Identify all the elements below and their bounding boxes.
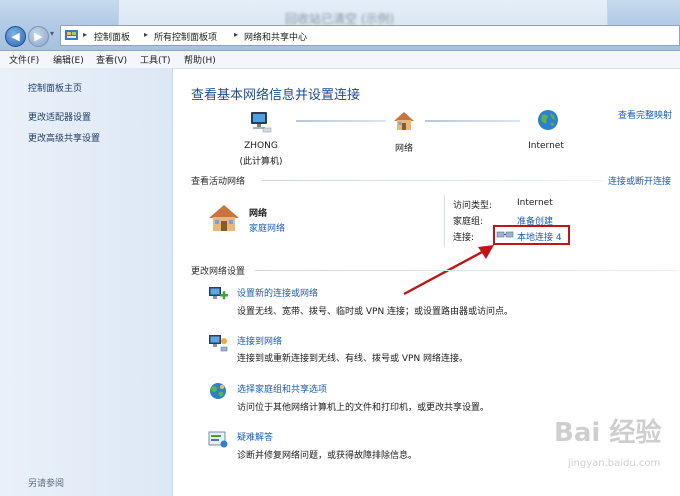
map-connector-line: [296, 120, 386, 122]
connect-to-network-link[interactable]: 连接到网络: [237, 334, 282, 347]
watermark-url: jingyan.baidu.com: [568, 458, 661, 469]
address-bar[interactable]: ▸ 控制面板 ▸ 所有控制面板项 ▸ 网络和共享中心: [60, 25, 680, 46]
troubleshoot-desc: 诊断并修复网络问题，或获得故障排除信息。: [237, 451, 418, 461]
access-type-value: Internet: [517, 198, 553, 208]
control-panel-icon: [65, 30, 78, 40]
troubleshoot-icon: [208, 431, 228, 448]
map-connector-line: [425, 120, 520, 122]
sidebar: 控制面板主页 更改适配器设置 更改高级共享设置: [0, 68, 173, 496]
homegroup-label: 家庭组:: [453, 217, 484, 227]
menu-edit[interactable]: 编辑(E): [53, 53, 84, 66]
breadcrumb-separator[interactable]: ▸: [83, 30, 87, 39]
breadcrumb-separator[interactable]: ▸: [144, 30, 148, 39]
computer-name: ZHONG: [244, 141, 278, 151]
forward-button[interactable]: ▶: [28, 26, 49, 47]
menu-bar: 文件(F) 编辑(E) 查看(V) 工具(T) 帮助(H): [0, 51, 680, 69]
new-connection-icon: [209, 287, 228, 300]
baidu-watermark: Bai 经验 jingyan.baidu.com: [540, 400, 680, 496]
annotation-highlight-box: [493, 225, 570, 245]
setup-new-connection-link[interactable]: 设置新的连接或网络: [237, 286, 318, 299]
computer-sub-label: (此计算机): [239, 157, 283, 167]
breadcrumb-all-items[interactable]: 所有控制面板项: [154, 30, 217, 43]
menu-view[interactable]: 查看(V): [96, 53, 127, 66]
sidebar-item-sharing-settings[interactable]: 更改高级共享设置: [28, 131, 100, 144]
connect-network-icon: [209, 335, 228, 352]
section-divider: [255, 270, 679, 271]
sidebar-item-adapter-settings[interactable]: 更改适配器设置: [28, 110, 91, 123]
forward-arrow-icon: ▶: [34, 30, 43, 43]
back-button[interactable]: ◀: [5, 26, 26, 47]
breadcrumb-control-panel[interactable]: 控制面板: [94, 30, 130, 43]
section-divider: [262, 180, 604, 181]
active-networks-heading: 查看活动网络: [191, 177, 246, 187]
homegroup-icon: [210, 383, 226, 399]
sidebar-item-home[interactable]: 控制面板主页: [28, 81, 82, 94]
setup-new-connection-desc: 设置无线、宽带、拨号、临时或 VPN 连接；或设置路由器或访问点。: [237, 307, 514, 317]
annotation-arrow: [403, 245, 494, 296]
active-network-name: 网络: [249, 209, 268, 219]
troubleshoot-link[interactable]: 疑难解答: [237, 430, 273, 443]
page-title: 查看基本网络信息并设置连接: [191, 88, 361, 103]
network-type-link[interactable]: 家庭网络: [249, 221, 285, 234]
connect-disconnect-link[interactable]: 连接或断开连接: [608, 174, 671, 187]
see-also-heading: 另请参阅: [28, 479, 65, 489]
access-type-label: 访问类型:: [453, 201, 493, 211]
view-full-map-link[interactable]: 查看完整映射: [618, 108, 672, 121]
back-arrow-icon: ◀: [11, 30, 20, 43]
change-settings-heading: 更改网络设置: [191, 267, 246, 277]
home-network-icon: [209, 205, 239, 231]
watermark-brand: Bai 经验: [554, 418, 662, 448]
breadcrumb-network-center[interactable]: 网络和共享中心: [244, 30, 307, 43]
homegroup-sharing-link[interactable]: 选择家庭组和共享选项: [237, 382, 327, 395]
homegroup-sharing-desc: 访问位于其他网络计算机上的文件和打印机，或更改共享设置。: [237, 403, 490, 413]
internet-label: Internet: [528, 141, 564, 151]
network-house-icon: [394, 112, 414, 130]
menu-help[interactable]: 帮助(H): [184, 53, 216, 66]
breadcrumb-separator[interactable]: ▸: [234, 30, 238, 39]
computer-icon: [251, 112, 272, 133]
menu-file[interactable]: 文件(F): [9, 53, 39, 66]
connect-to-network-desc: 连接到或重新连接到无线、有线、拨号或 VPN 网络连接。: [237, 354, 469, 364]
recent-pages-dropdown[interactable]: ▾: [50, 29, 54, 38]
internet-globe-icon: [538, 110, 558, 130]
menu-tools[interactable]: 工具(T): [140, 53, 171, 66]
network-label: 网络: [394, 144, 413, 154]
